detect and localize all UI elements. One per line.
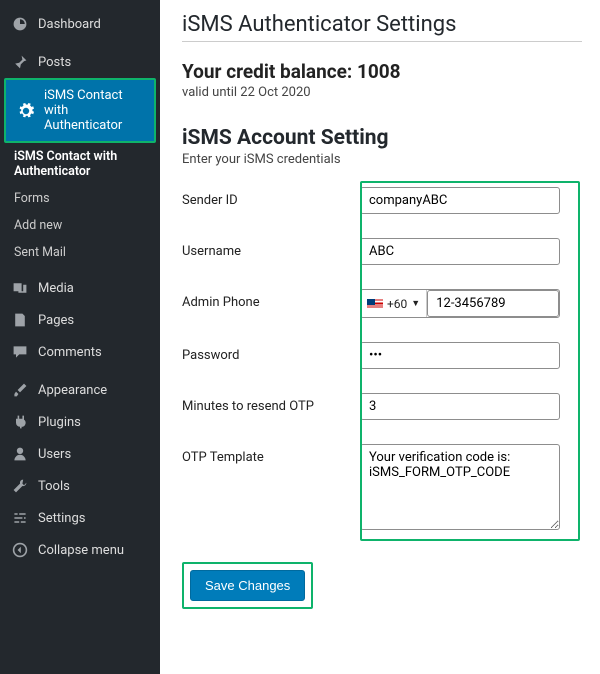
sidebar-label: Tools	[38, 479, 70, 494]
label-otp-template: OTP Template	[182, 444, 360, 465]
username-input[interactable]	[360, 238, 560, 265]
sidebar-item-plugins[interactable]: Plugins	[0, 406, 160, 438]
sidebar-sub-forms[interactable]: Forms	[0, 185, 160, 212]
main-content: iSMS Authenticator Settings Your credit …	[160, 0, 600, 674]
sidebar-label: Plugins	[38, 415, 81, 430]
resend-minutes-input[interactable]	[360, 393, 560, 420]
gear-icon	[16, 103, 36, 119]
admin-phone-input[interactable]	[427, 290, 559, 317]
sidebar-sub-sent-mail[interactable]: Sent Mail	[0, 239, 160, 266]
media-icon	[10, 280, 30, 296]
chevron-down-icon: ▼	[411, 298, 420, 309]
sidebar-sub-overview[interactable]: iSMS Contact with Authenticator	[0, 143, 160, 185]
label-admin-phone: Admin Phone	[182, 289, 360, 310]
sidebar-item-posts[interactable]: Posts	[0, 46, 160, 78]
sidebar-collapse[interactable]: Collapse menu	[0, 534, 160, 566]
wrench-icon	[10, 478, 30, 494]
user-icon	[10, 446, 30, 462]
label-username: Username	[182, 238, 360, 259]
admin-phone-field: +60 ▼	[360, 289, 560, 318]
otp-template-textarea[interactable]	[360, 444, 560, 530]
sidebar-label: Collapse menu	[38, 543, 124, 558]
sidebar-label: Pages	[38, 313, 74, 328]
section-desc: Enter your iSMS credentials	[182, 152, 582, 167]
sidebar-item-tools[interactable]: Tools	[0, 470, 160, 502]
comment-icon	[10, 344, 30, 360]
flag-my-icon	[367, 299, 383, 309]
sidebar-label: Posts	[38, 55, 71, 70]
sender-id-input[interactable]	[360, 187, 560, 214]
label-sender-id: Sender ID	[182, 187, 360, 208]
highlight-active-plugin: iSMS Contact with Authenticator	[4, 78, 156, 143]
sidebar-item-isms[interactable]: iSMS Contact with Authenticator	[6, 80, 154, 141]
sidebar-label: Users	[38, 447, 71, 462]
page-icon	[10, 312, 30, 328]
sidebar-item-media[interactable]: Media	[0, 272, 160, 304]
label-password: Password	[182, 342, 360, 363]
pin-icon	[10, 54, 30, 70]
sidebar-label: Appearance	[38, 383, 107, 398]
country-code: +60	[387, 297, 407, 311]
sidebar-label: iSMS Contact with Authenticator	[44, 88, 146, 133]
valid-until: valid until 22 Oct 2020	[182, 85, 582, 100]
collapse-icon	[10, 542, 30, 558]
sidebar-item-comments[interactable]: Comments	[0, 336, 160, 368]
sidebar-sub-add-new[interactable]: Add new	[0, 212, 160, 239]
highlight-save-button: Save Changes	[182, 562, 313, 609]
credit-balance: Your credit balance: 1008	[182, 60, 582, 83]
dashboard-icon	[10, 16, 30, 32]
label-resend-minutes: Minutes to resend OTP	[182, 393, 360, 414]
save-changes-button[interactable]: Save Changes	[190, 570, 305, 601]
country-code-selector[interactable]: +60 ▼	[361, 290, 427, 317]
sidebar-item-appearance[interactable]: Appearance	[0, 374, 160, 406]
sidebar-item-pages[interactable]: Pages	[0, 304, 160, 336]
sidebar-label: Settings	[38, 511, 85, 526]
plug-icon	[10, 414, 30, 430]
sliders-icon	[10, 510, 30, 526]
admin-sidebar: Dashboard Posts iSMS Contact with Authen…	[0, 0, 160, 674]
divider	[182, 41, 582, 42]
sidebar-label: Dashboard	[38, 17, 101, 32]
sidebar-item-settings[interactable]: Settings	[0, 502, 160, 534]
sidebar-label: Comments	[38, 345, 102, 360]
brush-icon	[10, 382, 30, 398]
page-title: iSMS Authenticator Settings	[182, 12, 582, 37]
sidebar-label: Media	[38, 281, 74, 296]
password-input[interactable]	[360, 342, 560, 369]
sidebar-item-dashboard[interactable]: Dashboard	[0, 8, 160, 40]
section-title: iSMS Account Setting	[182, 126, 582, 150]
sidebar-item-users[interactable]: Users	[0, 438, 160, 470]
